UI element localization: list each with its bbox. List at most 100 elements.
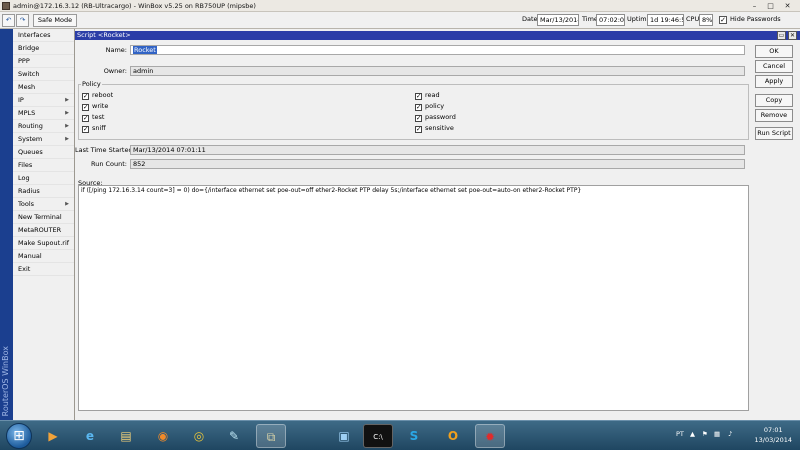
minimize-button[interactable]: – [748,1,761,11]
sidebar-item-switch[interactable]: Switch [13,68,74,81]
sidebar-item-make-supout[interactable]: Make Supout.rif [13,237,74,250]
firefox-icon[interactable]: ◉ [148,424,178,448]
checkbox-icon: ✓ [82,103,89,111]
policy-password[interactable]: ✓ password [415,113,456,122]
sidebar-item-label: Mesh [18,83,36,91]
chrome-icon[interactable]: ◎ [184,424,214,448]
policy-label-text: sensitive [425,124,454,132]
title-bar: admin@172.16.3.12 (RB-Ultracargo) - WinB… [0,0,800,12]
network-icon[interactable]: ▦ [714,430,720,438]
sidebar-item-radius[interactable]: Radius [13,185,74,198]
sidebar-item-ppp[interactable]: PPP [13,55,74,68]
policy-label-text: policy [425,102,445,110]
network-app-icon[interactable]: ⧉ [256,424,286,448]
name-value: Rocket [133,46,157,54]
run-script-button[interactable]: Run Script [755,127,793,140]
restore-window-button[interactable]: ▭ [777,31,786,40]
sidebar-item-label: Files [18,161,33,169]
policy-read[interactable]: ✓ read [415,91,440,100]
chevron-right-icon: ▶ [65,201,69,207]
sidebar-item-label: Queues [18,148,43,156]
policy-sniff[interactable]: ✓ sniff [82,124,106,133]
sidebar-item-files[interactable]: Files [13,159,74,172]
tray-chevron-icon[interactable]: ▲ [690,430,695,438]
chevron-right-icon: ▶ [65,136,69,142]
notes-icon[interactable]: ✎ [219,424,249,448]
sidebar-item-interfaces[interactable]: Interfaces [13,29,74,42]
sidebar-item-label: Manual [18,252,42,260]
hide-passwords-checkbox[interactable]: ✓ [719,16,727,24]
sidebar-item-system[interactable]: System ▶ [13,133,74,146]
media-player-icon[interactable]: ▶ [38,424,68,448]
skype-icon[interactable]: S [399,424,429,448]
sidebar-item-tools[interactable]: Tools ▶ [13,198,74,211]
remove-button[interactable]: Remove [755,109,793,122]
undo-button[interactable]: ↶ [2,14,15,27]
maximize-button[interactable]: □ [764,1,777,11]
internet-explorer-icon[interactable]: e [75,424,105,448]
file-explorer-icon[interactable]: ▤ [111,424,141,448]
clock-time: 07:01 [763,426,783,434]
policy-label-text: write [92,102,109,110]
outlook-icon[interactable]: O [438,424,468,448]
policy-group [78,84,749,140]
sidebar: RouterOS WinBox Interfaces Bridge PPP Sw… [0,29,75,420]
copy-button[interactable]: Copy [755,94,793,107]
sidebar-item-label: MetaROUTER [18,226,62,234]
sidebar-item-exit[interactable]: Exit [13,263,74,276]
language-indicator[interactable]: PT [676,430,684,438]
sidebar-item-mesh[interactable]: Mesh [13,81,74,94]
routeros-winbox-brand: RouterOS WinBox [0,29,13,420]
close-window-button[interactable]: ✕ [781,1,794,11]
winbox-icon[interactable]: ✹ [475,424,505,448]
terminal-icon[interactable]: C:\ [363,424,393,448]
script-window-titlebar[interactable]: Script <Rocket> ▭ ✕ [75,31,800,40]
last-started-field: Mar/13/2014 07:01:11 [130,145,745,155]
sidebar-item-new-terminal[interactable]: New Terminal [13,211,74,224]
remote-desktop-icon[interactable]: ▣ [329,424,359,448]
close-script-window-button[interactable]: ✕ [788,31,797,40]
name-label: Name: [105,46,127,54]
sidebar-item-mpls[interactable]: MPLS ▶ [13,107,74,120]
apply-button[interactable]: Apply [755,75,793,88]
sidebar-item-ip[interactable]: IP ▶ [13,94,74,107]
policy-reboot[interactable]: ✓ reboot [82,91,113,100]
run-count-label: Run Count: [90,160,127,168]
sidebar-item-manual[interactable]: Manual [13,250,74,263]
ok-button[interactable]: OK [755,45,793,58]
window-title: admin@172.16.3.12 (RB-Ultracargo) - WinB… [13,2,256,10]
policy-policy[interactable]: ✓ policy [415,102,444,111]
sidebar-item-label: Routing [18,122,43,130]
cancel-button[interactable]: Cancel [755,60,793,73]
time-value: 07:02:02 [596,14,625,26]
start-button[interactable]: ⊞ [6,423,32,449]
policy-write[interactable]: ✓ write [82,102,108,111]
safe-mode-button[interactable]: Safe Mode [33,14,77,27]
toolbar: ↶ ↷ Safe Mode Date Mar/13/2014 Time 07:0… [0,12,800,29]
source-editor[interactable]: if ([/ping 172.16.3.14 count=3] = 0) do=… [78,185,749,411]
policy-test[interactable]: ✓ test [82,113,104,122]
sidebar-item-label: New Terminal [18,213,62,221]
name-field[interactable]: Rocket [130,45,745,55]
policy-label-text: password [425,113,456,121]
volume-icon[interactable]: ♪ [728,430,732,438]
sidebar-item-metarouter[interactable]: MetaROUTER [13,224,74,237]
policy-sensitive[interactable]: ✓ sensitive [415,124,454,133]
sidebar-item-log[interactable]: Log [13,172,74,185]
chevron-right-icon: ▶ [65,110,69,116]
script-window-title: Script <Rocket> [77,31,131,39]
script-window: Script <Rocket> ▭ ✕ Name: Rocket Owner: … [75,29,800,420]
uptime-value: 1d 19:46:57 [647,14,684,26]
sidebar-item-queues[interactable]: Queues [13,146,74,159]
sidebar-item-label: System [18,135,43,143]
taskbar: ⊞ ▶ e ▤ ◉ ◎ ✎ ⧉ ▣ C:\ S O ✹ PT ▲ ⚑ ▦ ♪ 0… [0,420,800,450]
sidebar-item-bridge[interactable]: Bridge [13,42,74,55]
sidebar-item-label: MPLS [18,109,36,117]
system-clock[interactable]: 07:01 13/03/2014 [755,425,792,445]
clock-date: 13/03/2014 [754,436,792,444]
sidebar-item-routing[interactable]: Routing ▶ [13,120,74,133]
date-value: Mar/13/2014 [537,14,579,26]
flag-icon[interactable]: ⚑ [702,430,708,438]
redo-button[interactable]: ↷ [16,14,29,27]
checkbox-icon: ✓ [415,92,422,100]
